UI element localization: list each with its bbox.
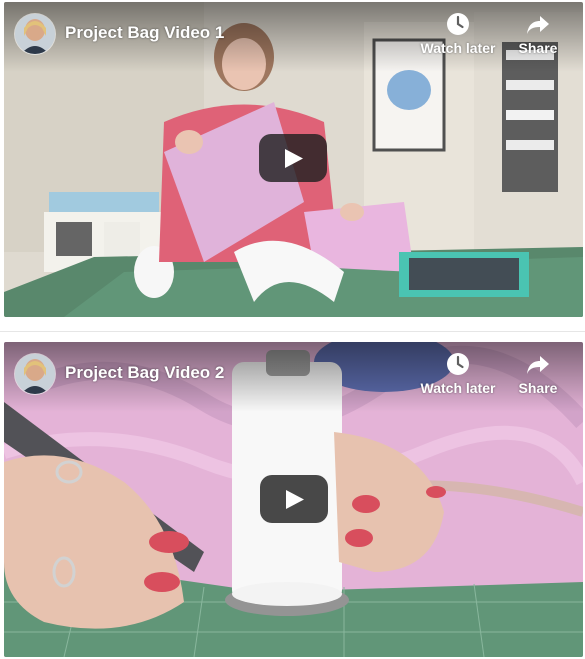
watch-later-button[interactable]: Watch later: [418, 12, 498, 56]
presenter-avatar-icon[interactable]: [15, 14, 55, 54]
clock-icon: [447, 353, 469, 375]
play-button[interactable]: [259, 134, 327, 182]
play-icon: [285, 149, 303, 168]
watch-later-label: Watch later: [420, 40, 496, 56]
play-button[interactable]: [260, 475, 328, 523]
watch-later-label: Watch later: [420, 380, 496, 396]
presenter-avatar-icon[interactable]: [15, 354, 55, 394]
video-title[interactable]: Project Bag Video 2: [65, 363, 224, 383]
play-icon: [286, 490, 304, 509]
video-embed-2[interactable]: Project Bag Video 2 Watch later Share: [4, 342, 583, 657]
share-button[interactable]: Share: [512, 352, 564, 396]
share-arrow-icon: [527, 16, 549, 34]
video-title[interactable]: Project Bag Video 1: [65, 23, 224, 43]
watch-later-button[interactable]: Watch later: [418, 352, 498, 396]
share-arrow-icon: [527, 356, 549, 374]
share-label: Share: [518, 40, 558, 56]
divider: [0, 331, 585, 332]
share-label: Share: [518, 380, 558, 396]
share-button[interactable]: Share: [512, 12, 564, 56]
video-embed-1[interactable]: Project Bag Video 1 Watch later Share: [4, 2, 583, 317]
clock-icon: [447, 13, 469, 35]
